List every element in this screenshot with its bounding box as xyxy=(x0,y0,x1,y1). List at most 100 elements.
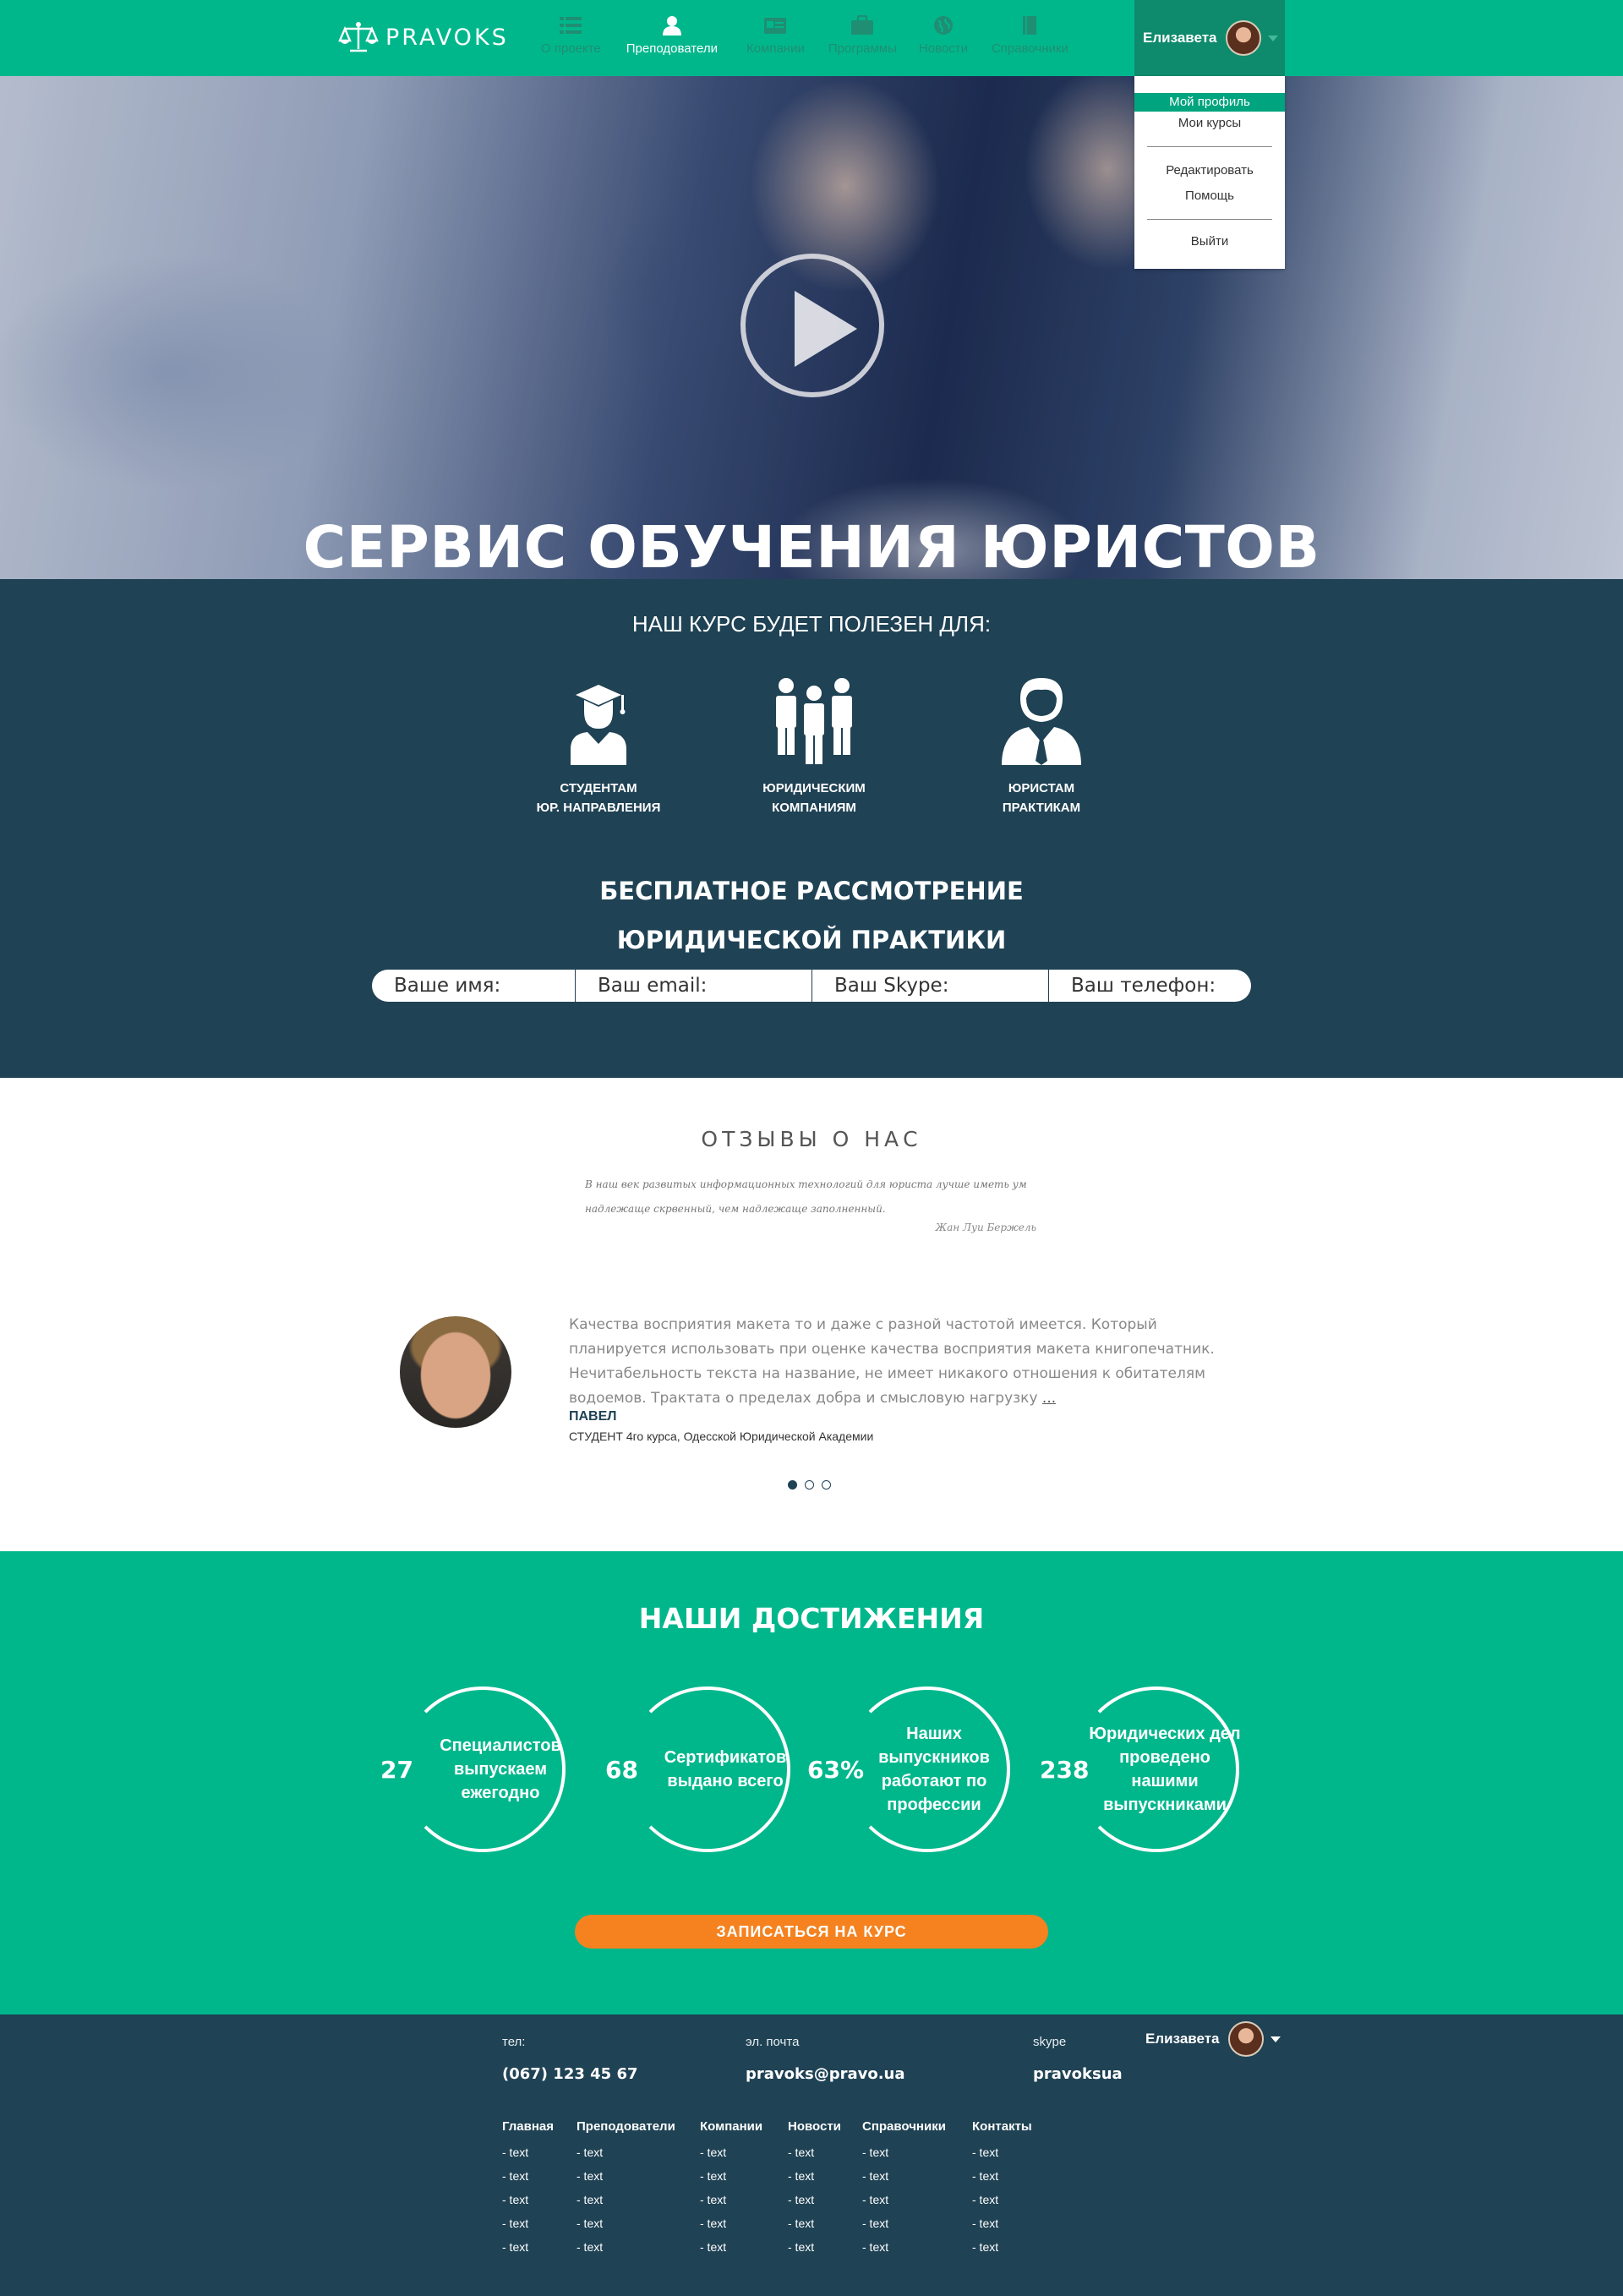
user-avatar xyxy=(1225,20,1261,56)
hero-banner: СЕРВИС ОБУЧЕНИЯ ЮРИСТОВ xyxy=(0,76,1623,579)
footer-link[interactable]: - text xyxy=(788,2140,862,2164)
footer-link[interactable]: - text xyxy=(502,2188,577,2211)
logo[interactable]: PRAVOKS xyxy=(338,19,509,56)
epigraph-quote: В наш век развитых информационных технол… xyxy=(585,1178,1027,1215)
nav-item-teachers[interactable]: Преподователи xyxy=(626,15,718,56)
review-body: Качества восприятия макета то и даже с р… xyxy=(569,1316,1215,1407)
footer-link[interactable]: - text xyxy=(862,2164,972,2188)
achievements-title: НАШИ ДОСТИЖЕНИЯ xyxy=(638,1602,985,1635)
nav-item-reference[interactable]: Справочники xyxy=(992,15,1068,56)
email-input[interactable] xyxy=(576,970,812,1002)
footer-link[interactable]: - text xyxy=(577,2164,700,2188)
name-input[interactable] xyxy=(372,970,576,1002)
audience-label-line2: ЮР. НАПРАВЛЕНИЯ xyxy=(536,801,661,815)
stat-card: 68 Сертификатов выдано всего xyxy=(605,1686,817,1856)
dropdown-item-edit[interactable]: Редактировать xyxy=(1134,157,1285,184)
footer-link[interactable]: - text xyxy=(862,2140,972,2164)
footer-column-title[interactable]: Контакты xyxy=(972,2119,1057,2134)
audience-section: НАШ КУРС БУДЕТ ПОЛЕЗЕН ДЛЯ: СТУДЕНТАМ ЮР… xyxy=(0,579,1623,1078)
stat-label: Наших выпускников работают по профессии xyxy=(878,1725,990,1814)
footer-link[interactable]: - text xyxy=(700,2164,788,2188)
footer-link[interactable]: - text xyxy=(972,2211,1057,2235)
phone-label: тел: xyxy=(502,2035,526,2049)
stat-card: 238 Юридических дел проведено нашими вып… xyxy=(1040,1686,1251,1856)
hero-title: СЕРВИС ОБУЧЕНИЯ ЮРИСТОВ xyxy=(303,514,1320,579)
footer-link[interactable]: - text xyxy=(502,2235,577,2259)
reviewer-name: ПАВЕЛ xyxy=(569,1409,617,1424)
email-value[interactable]: pravoks@pravo.ua xyxy=(746,2065,905,2083)
dropdown-item-help[interactable]: Помощь xyxy=(1134,184,1285,207)
footer-link[interactable]: - text xyxy=(577,2235,700,2259)
main-nav: О проекте Преподователи Компании Програм… xyxy=(541,15,1068,56)
carousel-dot[interactable] xyxy=(822,1480,831,1490)
skype-label: skype xyxy=(1033,2035,1067,2049)
footer-link[interactable]: - text xyxy=(577,2140,700,2164)
footer-link[interactable]: - text xyxy=(502,2211,577,2235)
book-icon xyxy=(1023,16,1037,35)
nav-label: Справочники xyxy=(991,41,1068,56)
dropdown-item-my-courses[interactable]: Мои курсы xyxy=(1134,112,1285,134)
stat-label: Сертификатов выдано всего xyxy=(664,1748,787,1790)
footer-link[interactable]: - text xyxy=(788,2211,862,2235)
free-title-line1: БЕСПЛАТНОЕ РАССМОТРЕНИЕ xyxy=(599,877,1024,905)
nav-item-news[interactable]: Новости xyxy=(919,15,968,56)
footer-profile-toggle[interactable]: Елизавета xyxy=(1145,2021,1281,2057)
footer-link[interactable]: - text xyxy=(700,2188,788,2211)
footer-link[interactable]: - text xyxy=(972,2164,1057,2188)
audience-item-students: СТУДЕНТАМ ЮР. НАПРАВЛЕНИЯ xyxy=(489,676,708,817)
footer-links: Главная - text - text - text - text - te… xyxy=(502,2119,1057,2259)
dropdown-divider xyxy=(1147,146,1272,147)
footer-link[interactable]: - text xyxy=(502,2140,577,2164)
footer-column-title[interactable]: Преподователи xyxy=(577,2119,700,2134)
footer-link[interactable]: - text xyxy=(972,2188,1057,2211)
dropdown-item-logout[interactable]: Выйти xyxy=(1134,230,1285,253)
footer-column-title[interactable]: Главная xyxy=(502,2119,577,2134)
audience-label-line2: КОМПАНИЯМ xyxy=(772,801,856,815)
id-card-icon xyxy=(764,18,787,34)
footer-link[interactable]: - text xyxy=(700,2140,788,2164)
phone-value[interactable]: (067) 123 45 67 xyxy=(502,2065,638,2083)
dropdown-divider xyxy=(1147,219,1272,220)
footer-link[interactable]: - text xyxy=(577,2188,700,2211)
footer-column-title[interactable]: Справочники xyxy=(862,2119,972,2134)
phone-input[interactable] xyxy=(1049,970,1251,1002)
footer-link[interactable]: - text xyxy=(862,2235,972,2259)
nav-item-about[interactable]: О проекте xyxy=(541,15,601,56)
footer-link[interactable]: - text xyxy=(862,2188,972,2211)
footer-link[interactable]: - text xyxy=(972,2140,1057,2164)
read-more-link[interactable]: ... xyxy=(1042,1390,1056,1407)
user-avatar xyxy=(1227,2021,1264,2057)
achievements-section: НАШИ ДОСТИЖЕНИЯ 27 Специалистов выпускае… xyxy=(0,1551,1623,2014)
carousel-dot[interactable] xyxy=(805,1480,814,1490)
profile-menu-toggle[interactable]: Елизавета xyxy=(1134,0,1285,76)
audience-item-companies: ЮРИДИЧЕСКИМ КОМПАНИЯМ xyxy=(704,676,924,817)
enroll-button[interactable]: ЗАПИСАТЬСЯ НА КУРС xyxy=(575,1915,1048,1949)
footer-link[interactable]: - text xyxy=(788,2188,862,2211)
footer-link[interactable]: - text xyxy=(700,2235,788,2259)
carousel-dot[interactable] xyxy=(788,1480,797,1490)
footer-link[interactable]: - text xyxy=(862,2211,972,2235)
footer-link[interactable]: - text xyxy=(788,2164,862,2188)
dropdown-item-my-profile[interactable]: Мой профиль xyxy=(1134,93,1285,112)
footer-column-title[interactable]: Новости xyxy=(788,2119,862,2134)
nav-item-companies[interactable]: Компании xyxy=(746,15,805,56)
logo-text: PRAVOKS xyxy=(385,24,509,51)
footer-link[interactable]: - text xyxy=(700,2211,788,2235)
skype-input[interactable] xyxy=(812,970,1049,1002)
skype-value[interactable]: pravoksua xyxy=(1033,2065,1123,2083)
footer-column-title[interactable]: Компании xyxy=(700,2119,788,2134)
play-video-button[interactable] xyxy=(740,254,884,397)
briefcase-icon xyxy=(851,15,874,35)
footer-link[interactable]: - text xyxy=(577,2211,700,2235)
nav-item-programs[interactable]: Программы xyxy=(828,15,897,56)
footer-link[interactable]: - text xyxy=(972,2235,1057,2259)
footer-column-news: Новости - text - text - text - text - te… xyxy=(788,2119,862,2259)
footer-link[interactable]: - text xyxy=(788,2235,862,2259)
site-header: PRAVOKS О проекте Преподователи Компании xyxy=(0,0,1623,76)
site-footer: тел: (067) 123 45 67 эл. почта pravoks@p… xyxy=(0,2014,1623,2296)
audience-item-lawyers: ЮРИСТАМ ПРАКТИКАМ xyxy=(932,676,1151,817)
stat-number: 68 xyxy=(605,1756,638,1784)
lawyer-icon xyxy=(1002,678,1081,765)
free-consultation-title: БЕСПЛАТНОЕ РАССМОТРЕНИЕ ЮРИДИЧЕСКОЙ ПРАК… xyxy=(0,866,1623,965)
footer-link[interactable]: - text xyxy=(502,2164,577,2188)
